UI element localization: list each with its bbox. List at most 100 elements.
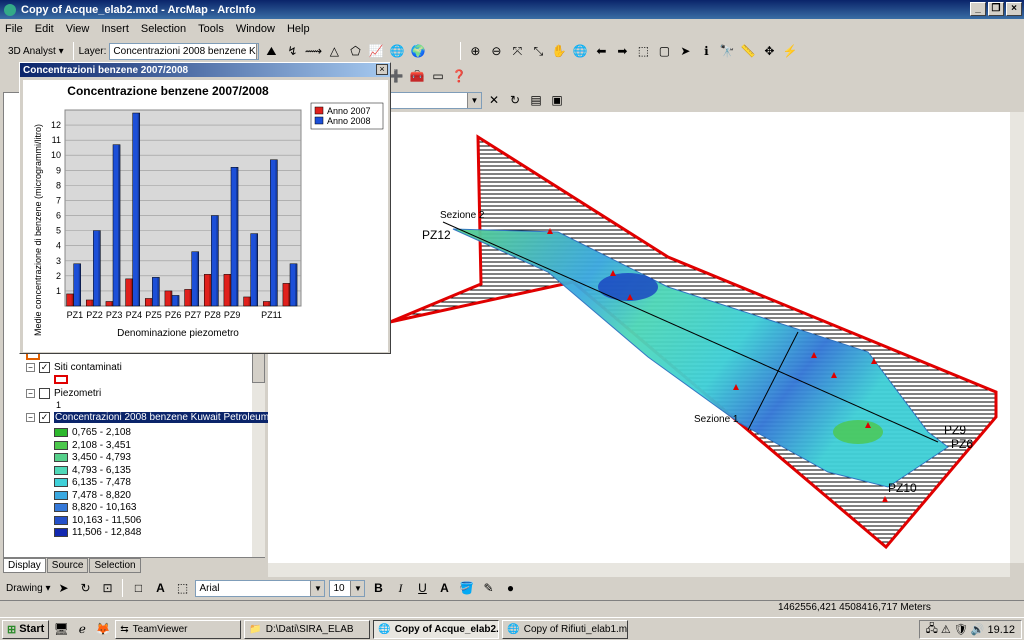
- zoom-in-icon[interactable]: ⊕: [466, 42, 484, 60]
- underline-button[interactable]: U: [413, 579, 431, 597]
- editor-target-select[interactable]: ▼: [387, 91, 482, 109]
- layer-checkbox[interactable]: [39, 388, 50, 399]
- edit-tool-icon[interactable]: ✕: [485, 91, 503, 109]
- shield-icon[interactable]: 🛡: [954, 623, 968, 636]
- command-line-icon[interactable]: ▭: [429, 67, 447, 85]
- collapse-toggle[interactable]: −: [26, 413, 35, 422]
- font-select[interactable]: Arial ▼: [195, 579, 326, 597]
- volume-icon[interactable]: 🔊: [971, 623, 985, 636]
- menu-help[interactable]: Help: [286, 23, 311, 35]
- rotate-icon[interactable]: ↻: [506, 91, 524, 109]
- ie-icon[interactable]: ℯ: [73, 620, 91, 638]
- tab-selection[interactable]: Selection: [89, 558, 141, 573]
- toc-layer-siti[interactable]: − ✓ Siti contaminati: [26, 362, 122, 373]
- forward-icon[interactable]: ➡: [613, 42, 631, 60]
- interpolate-polygon-icon[interactable]: ⬠: [346, 42, 364, 60]
- layer-select-value: Concentrazioni 2008 benzene K: [113, 45, 256, 57]
- 3d-analyst-menu[interactable]: 3D Analyst ▾: [4, 46, 68, 57]
- steepest-path-icon[interactable]: ↯: [283, 42, 301, 60]
- toc-layer-piezometri[interactable]: − Piezometri: [26, 388, 101, 399]
- zoom-out-icon[interactable]: ⊖: [487, 42, 505, 60]
- hyperlink-icon[interactable]: ⚡: [781, 42, 799, 60]
- sketch-properties-icon[interactable]: ▣: [548, 91, 566, 109]
- warning-icon[interactable]: ⚠: [941, 623, 951, 636]
- clear-selection-icon[interactable]: ▢: [655, 42, 673, 60]
- map-label-pz9: PZ9: [944, 423, 966, 437]
- bar-shade: [268, 301, 271, 306]
- close-icon[interactable]: ×: [376, 64, 388, 75]
- class-range-label: 6,135 - 7,478: [72, 477, 131, 488]
- tab-display[interactable]: Display: [3, 558, 46, 573]
- select-elements-icon[interactable]: ➤: [676, 42, 694, 60]
- network-icon[interactable]: 🖧: [926, 620, 938, 639]
- task-acque[interactable]: 🌐 Copy of Acque_elab2....: [373, 619, 500, 639]
- find-icon[interactable]: 🔭: [718, 42, 736, 60]
- font-color-icon[interactable]: A: [435, 579, 453, 597]
- pan-icon[interactable]: ✋: [550, 42, 568, 60]
- fixed-zoom-out-icon[interactable]: ⤡: [529, 42, 547, 60]
- select-elements-icon[interactable]: ➤: [54, 579, 72, 597]
- menu-view[interactable]: View: [65, 23, 91, 35]
- text-icon[interactable]: A: [151, 579, 169, 597]
- class-range-label: 10,163 - 11,506: [72, 514, 142, 526]
- minimize-button[interactable]: _: [970, 2, 986, 16]
- map-horizontal-scrollbar[interactable]: [268, 563, 1010, 577]
- tab-source[interactable]: Source: [46, 558, 89, 573]
- contour-icon[interactable]: ⛰: [262, 42, 280, 60]
- layer-checkbox[interactable]: ✓: [39, 412, 50, 423]
- toolbox-icon[interactable]: 🧰: [408, 67, 426, 85]
- layer-checkbox[interactable]: ✓: [39, 362, 50, 373]
- map-vertical-scrollbar[interactable]: [1010, 112, 1024, 563]
- select-features-icon[interactable]: ⬚: [634, 42, 652, 60]
- back-icon[interactable]: ⬅: [592, 42, 610, 60]
- start-button[interactable]: ⊞ Start: [2, 619, 50, 639]
- interpolate-line-icon[interactable]: △: [325, 42, 343, 60]
- toc-layer-concentrazioni[interactable]: − ✓ Concentrazioni 2008 benzene Kuwait P…: [26, 412, 282, 423]
- task-rifiuti[interactable]: 🌐 Copy of Rifiuti_elab1.mx...: [502, 619, 629, 639]
- fixed-zoom-in-icon[interactable]: ⤧: [508, 42, 526, 60]
- collapse-toggle[interactable]: −: [26, 363, 35, 372]
- line-color-icon[interactable]: ✎: [479, 579, 497, 597]
- close-button[interactable]: ×: [1006, 2, 1022, 16]
- menu-file[interactable]: File: [4, 23, 24, 35]
- rotate-icon[interactable]: ↻: [76, 579, 94, 597]
- attributes-icon[interactable]: ▤: [527, 91, 545, 109]
- edit-vertices-icon[interactable]: ⬚: [173, 579, 191, 597]
- marker-color-icon[interactable]: ●: [501, 579, 519, 597]
- whats-this-icon[interactable]: ❓: [450, 67, 468, 85]
- zoom-whole-page-icon[interactable]: ⊡: [98, 579, 116, 597]
- desktop-icon[interactable]: 🖥: [52, 620, 70, 638]
- menu-selection[interactable]: Selection: [140, 23, 187, 35]
- chart-dialog-title-bar[interactable]: Concentrazioni benzene 2007/2008: [20, 63, 390, 77]
- arcscene-icon[interactable]: 🌐: [388, 42, 406, 60]
- toc-siti-symbol: [54, 375, 68, 384]
- menu-edit[interactable]: Edit: [34, 23, 55, 35]
- arcglobe-icon[interactable]: 🌍: [409, 42, 427, 60]
- layer-select[interactable]: Concentrazioni 2008 benzene K ▼: [109, 42, 260, 60]
- profile-graph-icon[interactable]: 📈: [367, 42, 385, 60]
- rectangle-icon[interactable]: □: [129, 579, 147, 597]
- font-size-select[interactable]: 10 ▼: [329, 579, 366, 597]
- measure-icon[interactable]: 📏: [739, 42, 757, 60]
- class-color-swatch: [54, 528, 68, 537]
- x-tick-label: PZ9: [224, 310, 241, 320]
- fill-color-icon[interactable]: 🪣: [457, 579, 475, 597]
- go-to-xy-icon[interactable]: ✥: [760, 42, 778, 60]
- restore-button[interactable]: ❐: [988, 2, 1004, 16]
- task-folder[interactable]: 📁 D:\Dati\SIRA_ELAB: [244, 619, 371, 639]
- bold-button[interactable]: B: [369, 579, 387, 597]
- bar-shade: [118, 144, 121, 306]
- menu-insert[interactable]: Insert: [100, 23, 130, 35]
- identify-icon[interactable]: ℹ: [697, 42, 715, 60]
- class-color-swatch: [54, 465, 68, 475]
- collapse-toggle[interactable]: −: [26, 389, 35, 398]
- line-of-sight-icon[interactable]: ⟿: [304, 42, 322, 60]
- drawing-menu[interactable]: Drawing ▾: [6, 583, 50, 594]
- full-extent-icon[interactable]: 🌐: [571, 42, 589, 60]
- menu-tools[interactable]: Tools: [197, 23, 225, 35]
- task-teamviewer[interactable]: ⇆ TeamViewer: [115, 619, 242, 639]
- firefox-icon[interactable]: 🦊: [94, 620, 112, 638]
- x-tick-label: PZ2: [86, 310, 103, 320]
- italic-button[interactable]: I: [391, 579, 409, 597]
- menu-window[interactable]: Window: [235, 23, 276, 35]
